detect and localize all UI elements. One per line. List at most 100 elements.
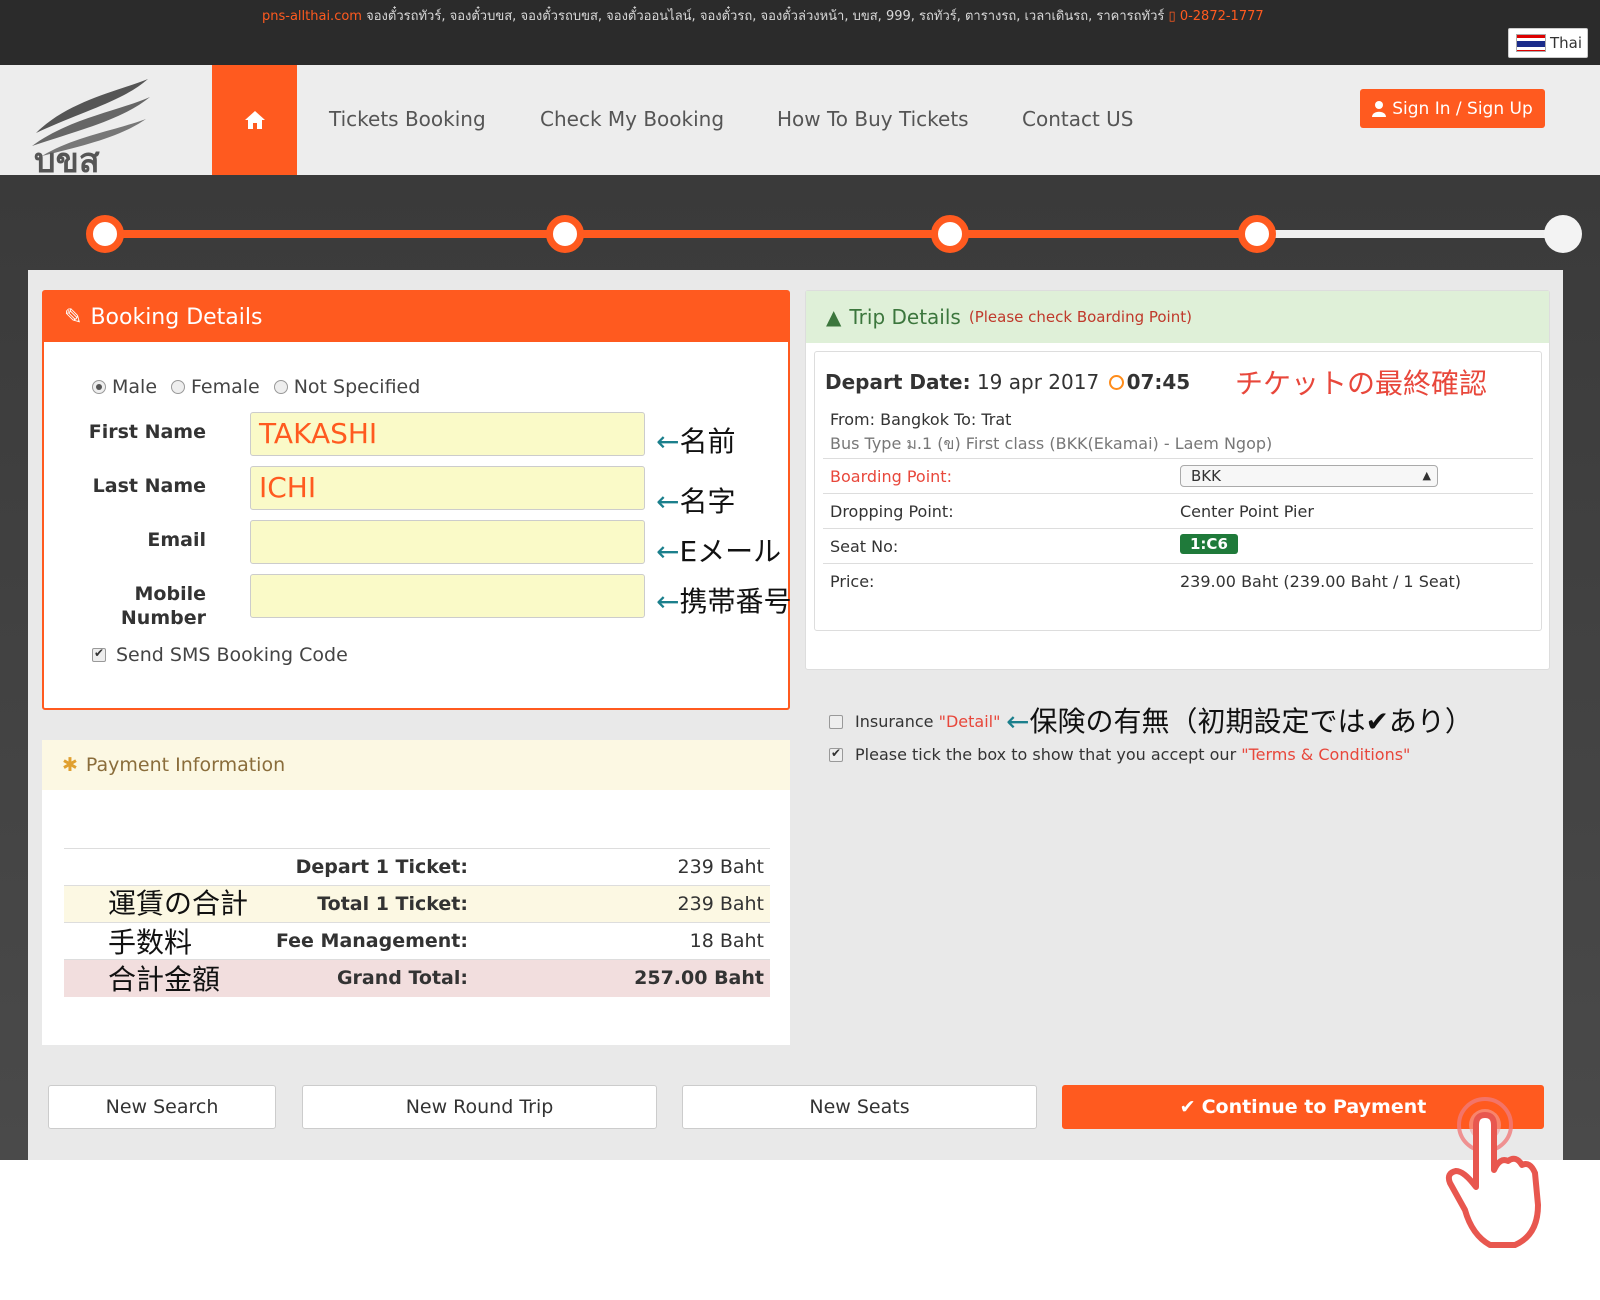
booking-details-header: ✎ Booking Details [44, 292, 788, 342]
note-arrow: ← [656, 425, 680, 458]
new-seats-button[interactable]: New Seats [682, 1085, 1037, 1129]
note-last-name: ←名字 [656, 480, 735, 520]
depart-time: 07:45 [1126, 370, 1191, 394]
trip-subtitle: (Please check Boarding Point) [968, 308, 1192, 326]
asterisk-icon: ✱ [62, 754, 78, 776]
gender-male-label: Male [112, 376, 158, 398]
nav-tickets-booking[interactable]: Tickets Booking [329, 107, 486, 131]
language-selector[interactable]: Thai [1508, 28, 1588, 58]
email-label: Email [147, 529, 206, 551]
from-value: Bangkok [880, 410, 949, 429]
insurance-detail-link[interactable]: "Detail" [939, 712, 1001, 731]
phone-number[interactable]: 0-2872-1777 [1180, 9, 1264, 24]
trip-details-panel: ▲ Trip Details (Please check Boarding Po… [805, 290, 1550, 670]
select-caret-icon: ▲ [1422, 469, 1431, 482]
home-tab[interactable] [212, 65, 297, 175]
note-arrow: ← [656, 485, 680, 518]
mobile-label-line2: Number [120, 607, 206, 629]
seat-badge: 1:C6 [1180, 534, 1238, 554]
boarding-row: Boarding Point: BKK ▲ [823, 458, 1533, 493]
note-mobile: ←携帯番号 [656, 580, 791, 620]
sms-checkbox[interactable] [92, 646, 106, 662]
terms-link[interactable]: "Terms & Conditions" [1241, 745, 1410, 764]
top-bar: pns-allthai.com จองตั๋วรถทัวร์, จองตั๋วบ… [0, 0, 1600, 65]
nav-contact-us[interactable]: Contact US [1022, 107, 1134, 131]
payment-header: ✱ Payment Information [42, 740, 790, 790]
progress-track-done [105, 230, 1257, 238]
note-fare-total: 運賃の合計 [108, 887, 249, 920]
gender-male[interactable]: Male [92, 376, 157, 398]
insurance-option: Insurance "Detail" [829, 712, 1000, 731]
table-row: Depart 1 Ticket: 239 Baht [64, 848, 770, 886]
bus-type: Bus Type ม.1 (ข) First class (BKK(Ekamai… [830, 434, 1273, 453]
site-name[interactable]: pns-allthai.com [262, 9, 362, 24]
note-grand-total: 合計金額 [108, 963, 221, 996]
payment-title: Payment Information [85, 754, 286, 776]
continue-label: Continue to Payment [1201, 1096, 1427, 1118]
to-label: To: [954, 410, 977, 429]
depart-line: Depart Date: 19 apr 2017 07:45 [825, 370, 1190, 394]
terms-option: Please tick the box to show that you acc… [829, 745, 1410, 764]
gender-not-specified-label: Not Specified [293, 376, 421, 398]
from-label: From: [830, 410, 876, 429]
fee-value: 18 Baht [474, 922, 770, 960]
route-line: From: Bangkok To: Trat [830, 410, 1011, 429]
depart-value: 239 Baht [474, 848, 770, 886]
note-first-name-text: 名前 [679, 425, 736, 458]
note-email: ←Eメール [656, 530, 781, 570]
phone-icon: ▯ [1168, 9, 1176, 24]
mobile-input[interactable] [250, 574, 645, 618]
first-name-input[interactable]: TAKASHI [250, 412, 645, 456]
radio-female[interactable] [171, 380, 186, 394]
price-row: Price: 239.00 Baht (239.00 Baht / 1 Seat… [823, 563, 1533, 598]
trip-info-box: Depart Date: 19 apr 2017 07:45 チケットの最終確認… [814, 351, 1542, 631]
progress-step-4 [1238, 215, 1276, 253]
sign-in-label: Sign In / Sign Up [1392, 98, 1533, 119]
to-value: Trat [981, 410, 1012, 429]
boarding-select[interactable]: BKK ▲ [1180, 465, 1438, 487]
note-last-name-text: 名字 [679, 485, 736, 518]
radio-not-specified[interactable] [273, 380, 288, 394]
dropping-label: Dropping Point: [830, 502, 954, 521]
terms-checkbox[interactable] [829, 746, 843, 762]
total-value: 239 Baht [474, 885, 770, 923]
email-input[interactable] [250, 520, 645, 564]
note-fee: 手数料 [108, 926, 193, 959]
terms-label: Please tick the box to show that you acc… [855, 745, 1237, 764]
nav-how-to-buy[interactable]: How To Buy Tickets [777, 107, 969, 131]
note-arrow: ← [1006, 705, 1030, 738]
note-insurance: ←保険の有無（初期設定では✔あり） [1006, 700, 1473, 740]
note-insurance-text: 保険の有無（初期設定では✔あり） [1029, 705, 1473, 738]
dropping-value: Center Point Pier [1180, 502, 1314, 521]
new-search-button[interactable]: New Search [48, 1085, 276, 1129]
price-value: 239.00 Baht (239.00 Baht / 1 Seat) [1180, 572, 1462, 591]
edit-icon: ✎ [64, 304, 83, 330]
note-email-text: Eメール [679, 535, 782, 568]
road-icon: ▲ [826, 305, 842, 329]
seat-row: Seat No: 1:C6 [823, 528, 1533, 563]
new-round-trip-button[interactable]: New Round Trip [302, 1085, 657, 1129]
sign-in-button[interactable]: Sign In / Sign Up [1360, 89, 1545, 128]
sms-option[interactable]: Send SMS Booking Code [92, 644, 348, 666]
logo[interactable]: บขส [28, 71, 158, 181]
mobile-label-line1: Mobile [134, 583, 206, 605]
pointing-hand-icon [1445, 1097, 1541, 1248]
sms-label: Send SMS Booking Code [116, 644, 348, 666]
last-name-input[interactable]: ICHI [250, 466, 645, 510]
gender-female[interactable]: Female [171, 376, 260, 398]
top-marquee: pns-allthai.com จองตั๋วรถทัวร์, จองตั๋วบ… [262, 5, 1264, 26]
insurance-checkbox[interactable] [829, 714, 843, 729]
last-name-label: Last Name [92, 475, 206, 497]
dropping-row: Dropping Point: Center Point Pier [823, 493, 1533, 528]
home-icon [244, 111, 265, 129]
depart-date: 19 apr 2017 [976, 370, 1100, 394]
mobile-label: Mobile Number [46, 582, 206, 630]
nav-check-my-booking[interactable]: Check My Booking [540, 107, 724, 131]
gender-female-label: Female [191, 376, 260, 398]
trip-title: Trip Details [849, 305, 961, 329]
first-name-label: First Name [88, 421, 206, 443]
gender-not-specified[interactable]: Not Specified [273, 376, 421, 398]
radio-male[interactable] [92, 380, 106, 394]
note-arrow: ← [656, 585, 680, 618]
note-first-name: ←名前 [656, 420, 735, 460]
